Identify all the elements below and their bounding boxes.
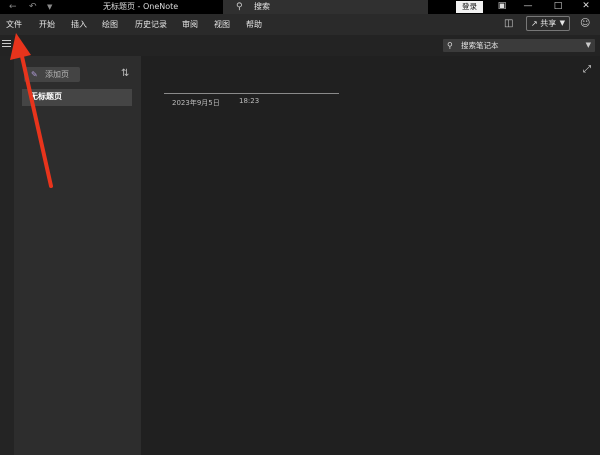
share-label: 共享 [540, 19, 557, 28]
menu-history[interactable]: 历史记录 [135, 19, 167, 30]
notebook-search-input[interactable]: ⚲ 搜索笔记本 ▼ [443, 39, 595, 52]
quick-access-dropdown-icon[interactable]: ▼ [47, 1, 52, 13]
minimize-icon[interactable]: — [518, 0, 538, 14]
menu-review[interactable]: 审阅 [182, 19, 198, 30]
search-icon: ⚲ [447, 41, 453, 50]
page-list-item-label: 无标题页 [30, 92, 62, 101]
feedback-icon[interactable]: ☺ [580, 17, 590, 30]
chevron-down-icon[interactable]: ▼ [586, 39, 591, 52]
add-page-label: 添加页 [45, 70, 69, 79]
notebook-nav-bar: ⚲ 搜索笔记本 ▼ [0, 35, 600, 56]
title-search-box[interactable]: ⚲ 搜索 [223, 0, 428, 14]
expand-icon[interactable]: ⤢ [583, 65, 591, 75]
window-title: 无标题页 - OneNote [103, 2, 179, 11]
share-icon: ↗ [531, 19, 538, 28]
sort-icon[interactable]: ⇅ [121, 68, 129, 80]
notebook-search-placeholder: 搜索笔记本 [461, 41, 499, 50]
section-strip [0, 56, 14, 455]
maximize-icon[interactable]: □ [548, 0, 568, 14]
back-arrow-icon[interactable]: ← [9, 1, 17, 13]
page-list-item[interactable]: 无标题页 [22, 89, 132, 106]
page-list-pane: ✎ 添加页 ⇅ 无标题页 [14, 56, 141, 455]
signin-button[interactable]: 登录 [456, 1, 483, 13]
chevron-down-icon: ▼ [559, 19, 565, 27]
ribbon-display-icon[interactable]: ▣ [492, 0, 512, 14]
add-page-icon: ✎ [31, 70, 38, 79]
page-date: 2023年9月5日 [172, 99, 220, 107]
title-bar: ← ↶ ▼ 无标题页 - OneNote ⚲ 搜索 登录 ▣ — □ ✕ [0, 0, 600, 14]
add-page-button[interactable]: ✎ 添加页 [24, 67, 80, 82]
menu-bar: 文件 开始 插入 绘图 历史记录 审阅 视图 帮助 ◫ ↗ 共享 ▼ ☺ [0, 14, 600, 35]
menu-file[interactable]: 文件 [6, 19, 22, 30]
close-icon[interactable]: ✕ [576, 0, 596, 14]
menu-help[interactable]: 帮助 [246, 19, 262, 30]
title-search-label: 搜索 [254, 2, 270, 11]
page-title-field[interactable] [164, 93, 339, 94]
menu-view[interactable]: 视图 [214, 19, 230, 30]
search-icon: ⚲ [236, 2, 243, 12]
sticky-notes-icon[interactable]: ◫ [504, 17, 513, 30]
menu-home[interactable]: 开始 [39, 19, 55, 30]
hamburger-menu-icon[interactable] [2, 40, 11, 49]
share-button[interactable]: ↗ 共享 ▼ [526, 16, 570, 31]
menu-insert[interactable]: 插入 [71, 19, 87, 30]
menu-draw[interactable]: 绘图 [102, 19, 118, 30]
undo-icon[interactable]: ↶ [29, 1, 37, 13]
page-time: 18:23 [239, 97, 260, 105]
page-canvas[interactable]: 2023年9月5日 18:23 ⤢ [141, 56, 600, 455]
